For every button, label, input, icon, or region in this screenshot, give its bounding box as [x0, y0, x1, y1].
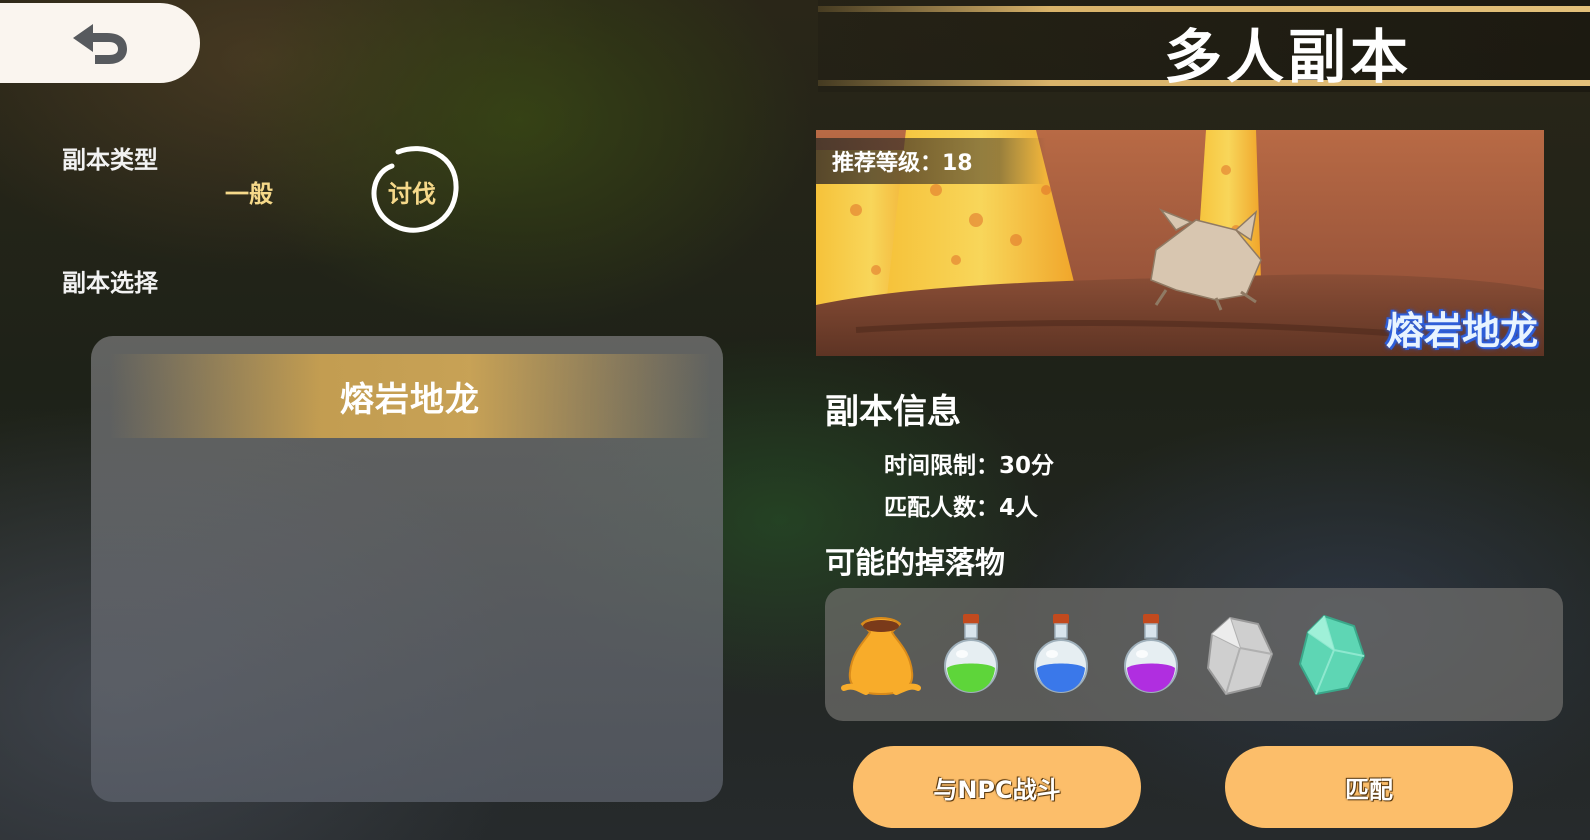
green-potion-icon[interactable] [930, 610, 1012, 700]
silver-ore-icon[interactable] [1200, 610, 1282, 700]
teal-crystal-icon[interactable] [1290, 610, 1372, 700]
blue-potion-icon[interactable] [1020, 610, 1102, 700]
time-limit-text: 时间限制：30分 [884, 453, 1055, 479]
drops-title: 可能的掉落物 [825, 546, 1005, 581]
dungeon-select-label: 副本选择 [62, 269, 158, 297]
type-option-normal[interactable]: 一般 [225, 174, 273, 209]
party-size-text: 匹配人数：4人 [884, 495, 1039, 521]
recommended-level: 推荐等级：18 [816, 138, 1046, 184]
page-title: 多人副本 [1164, 23, 1413, 91]
dungeon-type-label: 副本类型 [62, 146, 158, 174]
dungeon-list-item-name: 熔岩地龙 [340, 379, 480, 420]
undo-arrow-icon [73, 24, 127, 64]
sack-icon[interactable] [840, 610, 922, 700]
purple-potion-icon[interactable] [1110, 610, 1192, 700]
title-banner: 多人副本 [818, 0, 1590, 92]
npc-battle-button[interactable]: 与NPC战斗 [853, 746, 1141, 828]
dungeon-list-item[interactable]: 熔岩地龙 [110, 354, 710, 438]
type-option-subjugation[interactable]: 讨伐 [388, 174, 436, 209]
back-button[interactable] [0, 3, 200, 83]
banner-dungeon-name: 熔岩地龙 [1385, 309, 1538, 353]
dungeon-info-title: 副本信息 [825, 392, 961, 432]
match-button[interactable]: 匹配 [1225, 746, 1513, 828]
